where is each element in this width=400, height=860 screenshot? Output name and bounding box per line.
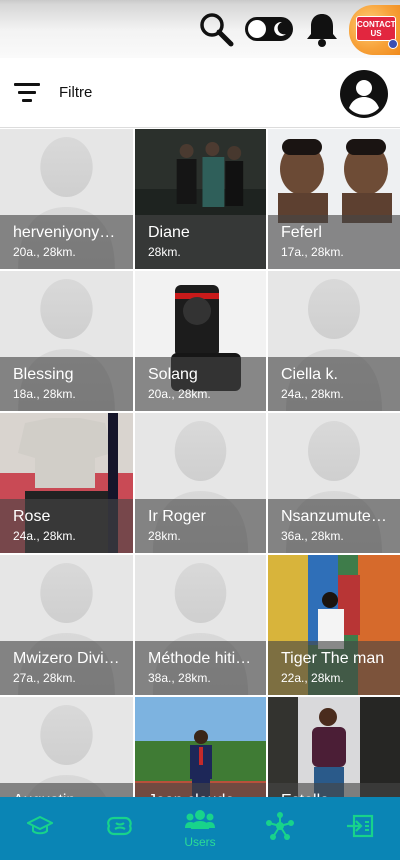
- user-name: Blessing: [13, 366, 74, 383]
- user-card[interactable]: Jean claude: [135, 697, 266, 797]
- user-info-overlay: Rose 24a., 28km.: [0, 499, 133, 553]
- user-name: Rose: [13, 508, 51, 525]
- search-icon[interactable]: [196, 8, 236, 50]
- filter-label[interactable]: Filtre: [59, 84, 92, 101]
- user-card[interactable]: Estella: [268, 697, 400, 797]
- graduation-cap-icon: [25, 815, 55, 842]
- user-name: Diane: [148, 224, 190, 241]
- profile-icon[interactable]: [340, 70, 388, 118]
- user-meta: 17a., 28km.: [281, 245, 344, 259]
- user-info-overlay: Blessing 18a., 28km.: [0, 357, 133, 411]
- contact-us-button[interactable]: CONTACT US: [349, 5, 400, 55]
- dark-mode-toggle[interactable]: [243, 8, 295, 50]
- user-meta: 20a., 28km.: [148, 387, 211, 401]
- user-info-overlay: Estella: [268, 783, 400, 797]
- user-info-overlay: Feferl 17a., 28km.: [268, 215, 400, 269]
- user-card[interactable]: Solang 20a., 28km.: [135, 271, 266, 411]
- user-meta: 20a., 28km.: [13, 245, 76, 259]
- user-name: Nsanzumuteteri: [281, 508, 388, 525]
- filter-bar: Filtre: [0, 58, 400, 128]
- user-card[interactable]: Rose 24a., 28km.: [0, 413, 133, 553]
- user-photo: [135, 697, 266, 797]
- user-name: Ciella k.: [281, 366, 338, 383]
- user-meta: 22a., 28km.: [281, 671, 344, 685]
- user-card[interactable]: Tiger The man 22a., 28km.: [268, 555, 400, 695]
- user-info-overlay: Ir Roger 28km.: [135, 499, 266, 553]
- user-meta: 36a., 28km.: [281, 529, 344, 543]
- user-info-overlay: Méthode hitimana 38a., 28km.: [135, 641, 266, 695]
- network-icon: [266, 812, 294, 845]
- bell-icon[interactable]: [303, 8, 341, 50]
- user-card[interactable]: herveniyonyumva 20a., 28km.: [0, 129, 133, 269]
- user-grid: herveniyonyumva 20a., 28km. Diane 28km. Fefe…: [0, 129, 400, 797]
- user-card[interactable]: Feferl 17a., 28km.: [268, 129, 400, 269]
- user-info-overlay: Diane 28km.: [135, 215, 266, 269]
- user-card[interactable]: Mwizero Divine 27a., 28km.: [0, 555, 133, 695]
- filter-icon[interactable]: [14, 83, 40, 103]
- avatar-placeholder: [0, 697, 133, 797]
- user-name: Feferl: [281, 224, 322, 241]
- user-card[interactable]: Blessing 18a., 28km.: [0, 271, 133, 411]
- user-name: Ir Roger: [148, 508, 206, 525]
- user-meta: 18a., 28km.: [13, 387, 76, 401]
- nav-item-graduation-cap[interactable]: [0, 797, 80, 860]
- user-name: Tiger The man: [281, 650, 385, 667]
- user-info-overlay: Jean claude: [135, 783, 266, 797]
- user-name: Mwizero Divine: [13, 650, 121, 667]
- user-meta: 24a., 28km.: [281, 387, 344, 401]
- user-name: Méthode hitimana: [148, 650, 254, 667]
- nav-item-brain[interactable]: [80, 797, 160, 860]
- pen-icon: [388, 39, 398, 49]
- user-info-overlay: Augustin: [0, 783, 133, 797]
- user-info-overlay: herveniyonyumva 20a., 28km.: [0, 215, 133, 269]
- top-bar: CONTACT US: [0, 0, 400, 58]
- bottom-nav: Users: [0, 797, 400, 860]
- user-card[interactable]: Méthode hitimana 38a., 28km.: [135, 555, 266, 695]
- user-card[interactable]: Ir Roger 28km.: [135, 413, 266, 553]
- user-info-overlay: Ciella k. 24a., 28km.: [268, 357, 400, 411]
- brain-icon: [106, 814, 134, 843]
- user-name: herveniyonyumva: [13, 224, 121, 241]
- user-info-overlay: Mwizero Divine 27a., 28km.: [0, 641, 133, 695]
- nav-item-users[interactable]: Users: [160, 797, 240, 860]
- user-meta: 28km.: [148, 245, 181, 259]
- user-card[interactable]: Diane 28km.: [135, 129, 266, 269]
- contact-us-label: CONTACT US: [356, 16, 396, 41]
- user-meta: 27a., 28km.: [13, 671, 76, 685]
- user-info-overlay: Solang 20a., 28km.: [135, 357, 266, 411]
- user-card[interactable]: Augustin: [0, 697, 133, 797]
- user-photo: [268, 697, 400, 797]
- user-info-overlay: Nsanzumuteteri 36a., 28km.: [268, 499, 400, 553]
- nav-label: Users: [184, 834, 216, 849]
- user-info-overlay: Tiger The man 22a., 28km.: [268, 641, 400, 695]
- users-icon: [185, 809, 215, 834]
- nav-item-network[interactable]: [240, 797, 320, 860]
- user-name: Solang: [148, 366, 198, 383]
- user-meta: 24a., 28km.: [13, 529, 76, 543]
- logout-icon: [346, 814, 374, 843]
- nav-item-logout[interactable]: [320, 797, 400, 860]
- user-meta: 28km.: [148, 529, 181, 543]
- user-meta: 38a., 28km.: [148, 671, 211, 685]
- user-card[interactable]: Ciella k. 24a., 28km.: [268, 271, 400, 411]
- user-card[interactable]: Nsanzumuteteri 36a., 28km.: [268, 413, 400, 553]
